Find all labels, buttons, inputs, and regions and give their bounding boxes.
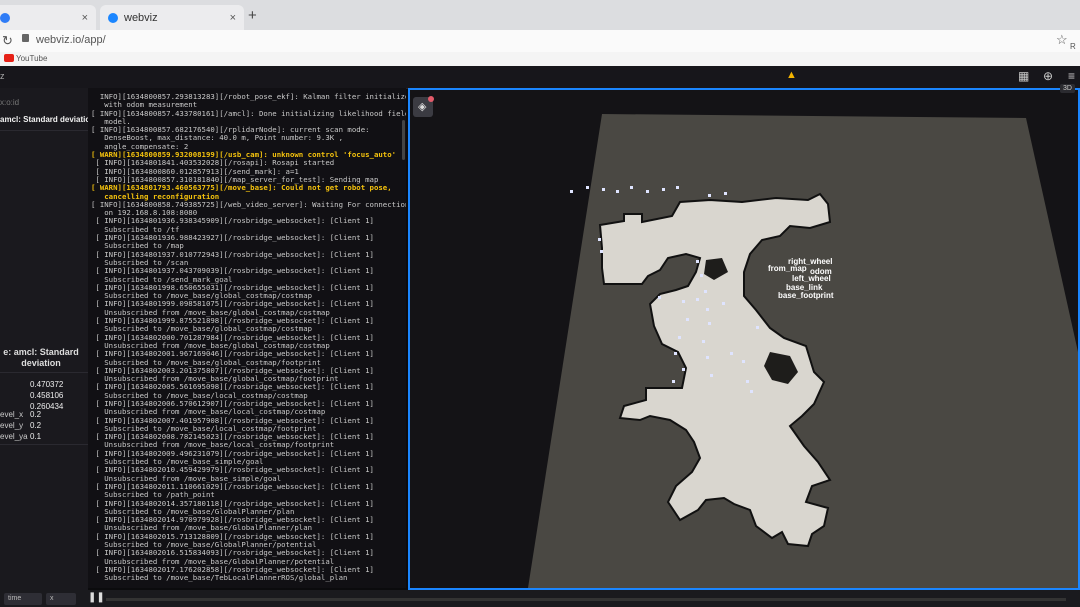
browser-tab[interactable]: × [0, 5, 96, 30]
tab-label: webviz [124, 11, 158, 24]
browser-toolbar: ↻ webviz.io/app/ ☆ [0, 30, 1080, 53]
param-key: evel_x [0, 410, 24, 419]
tf-label: left_wheel [792, 274, 831, 283]
tf-label: base_footprint [778, 291, 834, 300]
param-key: evel_y [0, 421, 24, 430]
scan-point [708, 194, 711, 197]
settings-header: amcl: Standard deviation-T [0, 115, 88, 124]
timeline-slider[interactable] [106, 598, 1066, 601]
scan-point [682, 368, 685, 371]
param-value: 0.1 [30, 432, 42, 441]
app-title: z [0, 71, 5, 81]
browser-tab-strip: × webviz × + [0, 0, 1080, 30]
panel-settings: x:o:id amcl: Standard deviation-T e: amc… [0, 88, 88, 596]
tf-label: from_map [768, 264, 807, 273]
scan-point [702, 340, 705, 343]
scan-point [672, 380, 675, 383]
add-panel-icon[interactable]: ⊕ [1043, 69, 1053, 83]
param-value: 0.2 [30, 421, 42, 430]
scan-point [724, 192, 727, 195]
map-scene[interactable]: right_wheel from_map odom left_wheel bas… [410, 90, 1078, 588]
scan-point [586, 186, 589, 189]
browser-right-partial: R [1070, 42, 1076, 51]
scan-point [598, 238, 601, 241]
divider [0, 444, 88, 445]
divider [0, 130, 88, 131]
time-mode-select[interactable]: time [4, 593, 42, 605]
new-tab-button[interactable]: + [248, 7, 257, 24]
bookmarks-bar: YouTube R [0, 42, 1080, 66]
lock-icon [22, 34, 29, 42]
notification-dot [428, 96, 434, 102]
scan-point [662, 188, 665, 191]
layers-button[interactable]: ◈ [413, 96, 434, 117]
layout-icon[interactable]: ▦ [1018, 69, 1029, 83]
warning-triangle-icon[interactable]: ▲ [786, 69, 797, 81]
layers-icon: ◈ [418, 101, 427, 113]
close-tab-icon[interactable]: × [82, 12, 88, 24]
speed-select[interactable]: x [46, 593, 76, 605]
value-row: 0.470372 [30, 380, 64, 389]
app-header: z ▲ ▦ ⊕ ≡ [0, 66, 1080, 89]
scan-point [658, 296, 661, 299]
scan-point [710, 374, 713, 377]
scan-point [646, 190, 649, 193]
scan-point [742, 360, 745, 363]
scan-point [696, 260, 699, 263]
pause-icon[interactable]: ❚❚ [88, 592, 105, 603]
scan-point [700, 274, 703, 277]
plot-title-line1: e: amcl: Standard [3, 347, 79, 357]
reload-icon[interactable]: ↻ [2, 33, 13, 49]
scan-point [750, 390, 753, 393]
3d-toggle-button[interactable]: 3D [1060, 84, 1075, 93]
scan-point [674, 352, 677, 355]
divider [0, 372, 88, 373]
scan-point [682, 300, 685, 303]
scan-point [706, 308, 709, 311]
scan-point [600, 250, 603, 253]
scan-point [570, 190, 573, 193]
plot-title-line2: deviation [21, 358, 61, 368]
tab-favicon-icon [108, 12, 118, 23]
scan-point [686, 318, 689, 321]
bookmark-youtube[interactable]: YouTube [16, 54, 47, 63]
log-line: Subscribed to /move_base/TebLocalPlanner… [91, 573, 348, 583]
tab-favicon-icon [0, 12, 10, 23]
scan-point [746, 380, 749, 383]
scan-point [696, 298, 699, 301]
scan-point [678, 336, 681, 339]
scan-point [616, 190, 619, 193]
scan-point [730, 352, 733, 355]
scan-point [722, 302, 725, 305]
value-row: 0.458106 [30, 391, 64, 400]
topic-field[interactable]: x:o:id [0, 98, 19, 107]
youtube-icon [4, 54, 14, 62]
log-line: [ INFO][1634800857.433780161][/amcl]: Do… [91, 108, 406, 118]
address-bar[interactable]: webviz.io/app/ [36, 34, 106, 46]
browser-tab-webviz[interactable]: webviz × [100, 5, 244, 30]
scan-point [630, 186, 633, 189]
scan-point [706, 356, 709, 359]
log-scrollbar[interactable] [402, 120, 405, 160]
scan-point [708, 322, 711, 325]
scan-point [602, 188, 605, 191]
playback-bar: time x ❚❚ [0, 590, 1080, 607]
param-value: 0.2 [30, 410, 42, 419]
scan-point [676, 186, 679, 189]
scan-point [756, 326, 759, 329]
3d-view-panel[interactable]: right_wheel from_map odom left_wheel bas… [408, 88, 1080, 590]
log-lines: INFO][1634800857.293813283][/robot_pose_… [88, 88, 406, 583]
database-icon[interactable]: ≡ [1068, 69, 1075, 83]
rosout-log-panel[interactable]: INFO][1634800857.293813283][/robot_pose_… [88, 88, 406, 588]
scan-point [704, 290, 707, 293]
param-key: evel_ya [0, 432, 28, 441]
close-tab-icon[interactable]: × [230, 12, 236, 24]
star-icon[interactable]: ☆ [1056, 32, 1068, 48]
